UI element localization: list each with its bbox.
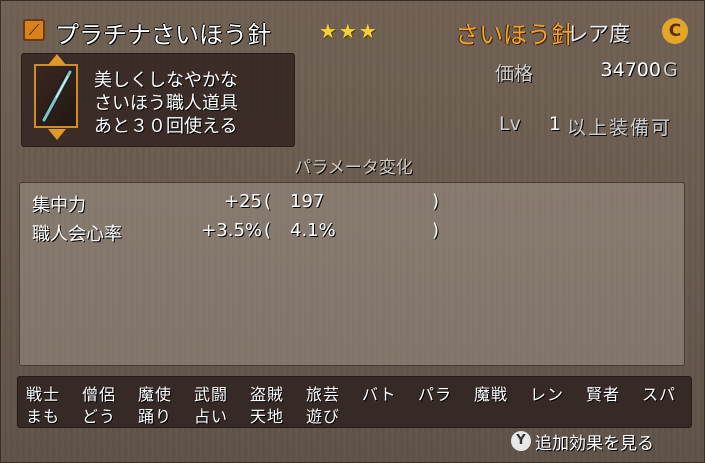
- job-jester: 遊び: [306, 407, 341, 426]
- parameter-value: 197: [290, 191, 325, 212]
- item-info-box: 美しくしなやかな さいほう職人道具 あと３０回使える: [21, 53, 295, 147]
- item-category: さいほう針: [455, 21, 575, 49]
- job-entertainer: 旅芸: [306, 385, 341, 404]
- job-warrior: 戦士: [26, 385, 61, 404]
- job-dancer: 踊り: [138, 407, 173, 426]
- parameter-name: 集中力: [32, 195, 86, 216]
- parameter-open-paren: (: [264, 191, 272, 212]
- description-line-3: あと３０回使える: [94, 116, 238, 137]
- level-label: Lv: [499, 113, 521, 135]
- job-mage: 魔使: [138, 385, 173, 404]
- job-tenchi: 天地: [250, 407, 285, 426]
- level-value: 1: [548, 113, 561, 135]
- scroll-down-arrow-icon[interactable]: [48, 129, 66, 140]
- job-fortune-teller: 占い: [194, 407, 229, 426]
- parameter-close-paren: ): [432, 191, 440, 212]
- job-superstar: スパ: [642, 385, 677, 404]
- job-ranger: レン: [530, 385, 565, 404]
- rarity-grade-badge: C: [662, 18, 688, 44]
- y-button-icon[interactable]: Y: [511, 431, 531, 451]
- item-detail-panel: ⟋ プラチナさいほう針 ★★★ さいほう針 レア度 C 美しくしなやかな さいほ…: [0, 0, 705, 463]
- parameter-change-title: パラメータ変化: [294, 158, 413, 178]
- show-extra-effects-hint[interactable]: 追加効果を見る: [535, 429, 654, 454]
- equippable-jobs-box: 戦士 僧侶 魔使 武闘 盗賊 旅芸 バト パラ 魔戦 レン 賢者 スパ まも ど…: [17, 376, 692, 428]
- needle-category-icon: ⟋: [23, 19, 45, 41]
- price-label: 価格: [495, 63, 534, 85]
- job-priest: 僧侶: [82, 385, 117, 404]
- job-sage: 賢者: [586, 385, 621, 404]
- parameter-open-paren: (: [264, 220, 272, 241]
- job-martial-artist: 武闘: [194, 385, 229, 404]
- scroll-up-arrow-icon[interactable]: [48, 54, 66, 65]
- job-magic-warrior: 魔戦: [474, 385, 509, 404]
- level-requirement-text: 以上装備可: [567, 117, 673, 139]
- parameter-change-box: 集中力 +25 ( 197 ) 職人会心率 +3.5% ( 4.1% ): [19, 182, 685, 366]
- job-dougu-user: どう: [82, 407, 117, 426]
- star-rating: ★★★: [319, 19, 379, 43]
- parameter-delta: +3.5%: [201, 220, 262, 241]
- parameter-row: 職人会心率 +3.5% ( 4.1% ): [20, 220, 684, 246]
- job-battle-master: バト: [362, 385, 397, 404]
- item-title: プラチナさいほう針: [55, 21, 271, 49]
- price-value: 34700: [600, 59, 661, 81]
- item-header: ⟋ プラチナさいほう針 ★★★ さいほう針 レア度 C: [11, 9, 696, 49]
- rarity-label: レア度: [567, 22, 630, 46]
- job-monster-master: まも: [26, 407, 61, 426]
- job-thief: 盗賊: [250, 385, 285, 404]
- parameter-delta: +25: [224, 191, 262, 212]
- parameter-value: 4.1%: [290, 220, 336, 241]
- needle-item-icon: [34, 64, 78, 128]
- price-unit: G: [663, 59, 678, 81]
- parameter-name: 職人会心率: [32, 224, 122, 245]
- job-paladin: パラ: [418, 385, 453, 404]
- parameter-close-paren: ): [432, 220, 440, 241]
- parameter-row: 集中力 +25 ( 197 ): [20, 191, 684, 217]
